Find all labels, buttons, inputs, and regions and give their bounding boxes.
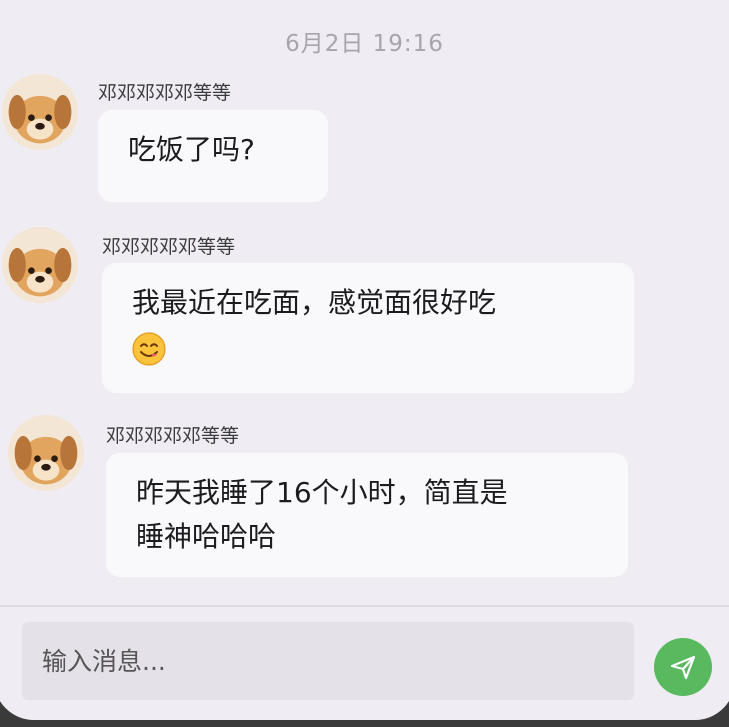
message-text-line: 睡神哈哈哈 [136,520,277,553]
message-bubble[interactable]: 我最近在吃面，感觉面很好吃 [102,263,634,393]
chat-screen: 6月2日 19:16 邓邓邓邓邓等等 吃饭了吗? 邓邓邓邓邓等等 我最近在吃面，… [0,0,729,720]
composer-divider [0,605,729,607]
sender-name: 邓邓邓邓邓等等 [102,236,236,258]
avatar[interactable] [2,74,78,150]
message-bubble[interactable]: 昨天我睡了16个小时，简直是 睡神哈哈哈 [106,453,628,577]
message-timestamp: 6月2日 19:16 [285,31,444,57]
message-input[interactable] [22,622,634,700]
send-icon [670,655,696,680]
avatar[interactable] [2,227,78,303]
avatar[interactable] [8,415,84,491]
dog-avatar-icon [8,415,84,491]
sender-name: 邓邓邓邓邓等等 [106,425,240,447]
message-text: 吃饭了吗? [128,133,255,166]
dog-avatar-icon [2,227,78,303]
message-text-line: 昨天我睡了16个小时，简直是 [136,476,508,509]
dog-avatar-icon [2,74,78,150]
send-button[interactable] [654,638,712,696]
sender-name: 邓邓邓邓邓等等 [98,82,232,104]
message-input-bar[interactable] [22,622,634,700]
message-text: 我最近在吃面，感觉面很好吃 [132,286,497,319]
message-bubble[interactable]: 吃饭了吗? [98,110,328,202]
smiling-face-savoring-food-icon [132,332,166,366]
